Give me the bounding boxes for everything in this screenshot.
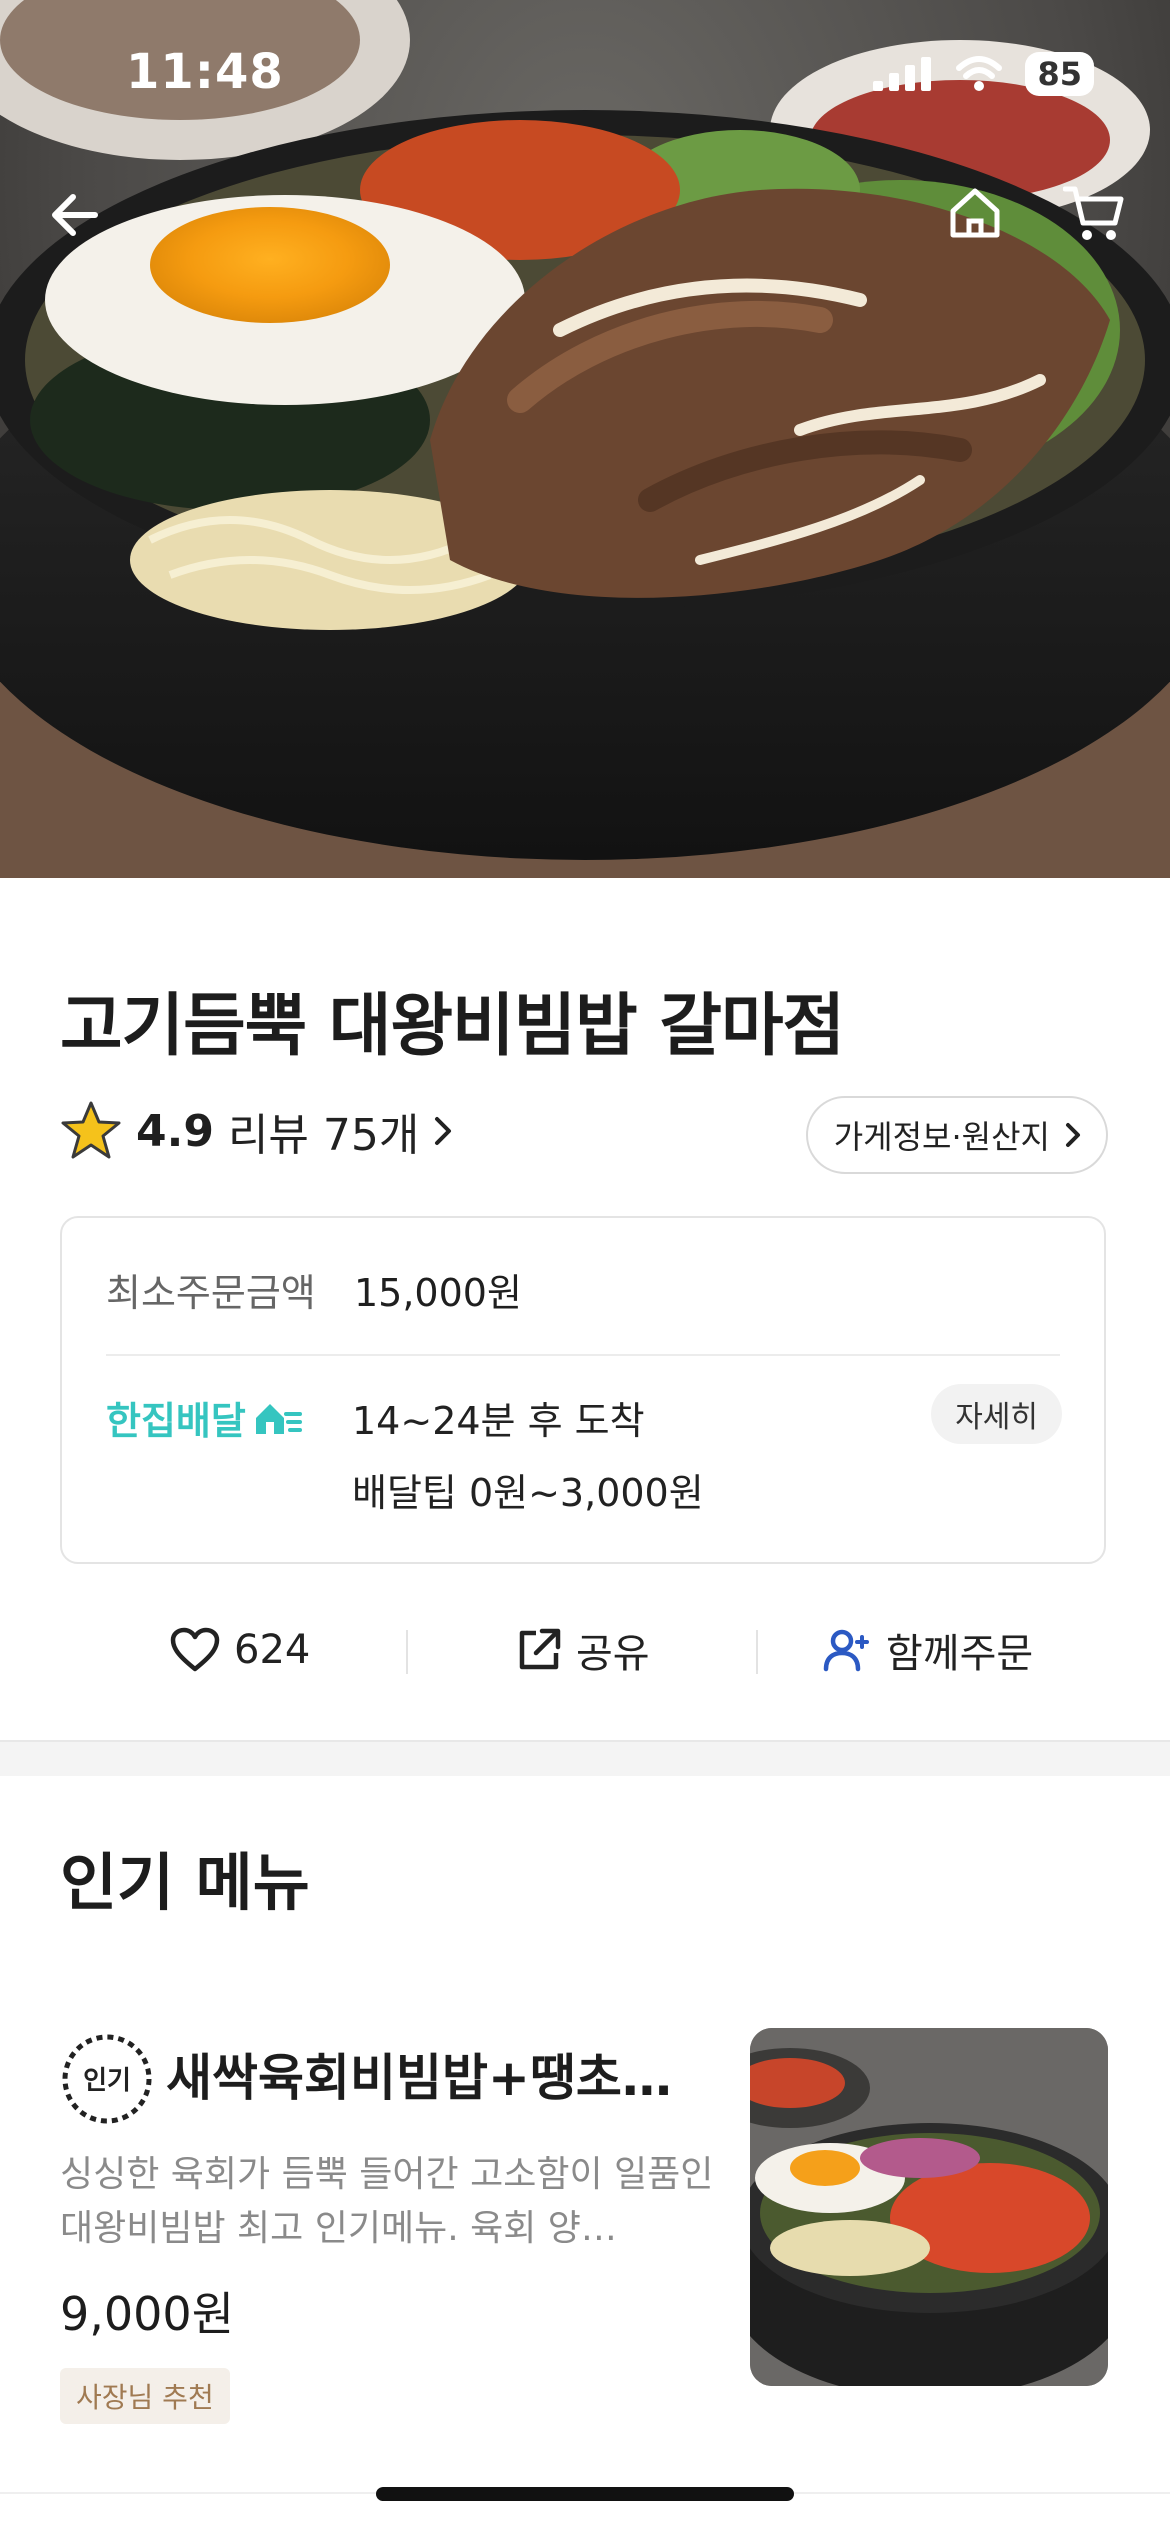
cart-button[interactable] [1050,168,1140,258]
group-order-button[interactable]: 함께주문 [822,1600,1033,1700]
home-icon [950,188,1000,238]
status-time: 11:48 [126,44,284,100]
store-name: 고기듬뿍 대왕비빔밥 갈마점 [60,987,845,1066]
min-order-value: 15,000원 [354,1271,522,1315]
menu-item-price: 9,000원 [60,2287,235,2341]
popular-menu-title: 인기 메뉴 [60,1846,310,1919]
chevron-right-icon [435,1117,452,1145]
status-bar: 11:48 85 [0,0,1170,150]
hero-food-image: 11:48 85 [0,0,1170,878]
delivery-brand: 한집배달 [106,1390,302,1445]
popular-badge: 인기 [60,2032,154,2126]
owner-recommend-tag: 사장님 추천 [60,2368,230,2424]
menu-item-name: 새싹육회비빔밥+땡초… [166,2049,672,2107]
delivery-house-icon [255,1403,302,1434]
wifi-icon [956,56,1003,91]
delivery-eta: 14~24분 후 도착 [352,1399,645,1443]
battery-indicator: 85 [1025,52,1094,96]
like-count: 624 [234,1627,311,1673]
star-icon [61,1101,121,1159]
menu-item-image [750,2028,1108,2386]
share-button[interactable]: 공유 [516,1600,650,1700]
popular-badge-text: 인기 [83,2066,131,2096]
store-info-label: 가게정보·원산지 [833,1118,1050,1156]
person-add-icon [823,1629,869,1672]
menu-food-illustration [750,2028,1108,2386]
min-order-label: 최소주문금액 [106,1271,316,1315]
action-divider [406,1630,408,1674]
cart-icon [1063,186,1124,240]
group-order-label: 함께주문 [886,1631,1034,1677]
card-divider [106,1354,1060,1356]
delivery-tip: 배달팁 0원~3,000원 [352,1471,704,1515]
delivery-detail-button[interactable]: 자세히 [931,1384,1062,1444]
share-label: 공유 [576,1631,650,1677]
menu-item[interactable]: 인기 새싹육회비빔밥+땡초… 싱싱한 육회가 듬뿍 들어간 고소함이 일품인 대… [60,2028,1108,2424]
arrow-left-icon [52,194,98,236]
section-separator [0,1740,1170,1776]
menu-item-description: 싱싱한 육회가 듬뿍 들어간 고소함이 일품인 대왕비빔밥 최고 인기메뉴. 육… [60,2154,714,2249]
review-count: 리뷰 75개 [227,1110,420,1161]
delivery-brand-label: 한집배달 [106,1399,246,1443]
rating-score: 4.9 [136,1105,214,1157]
popular-badge-icon: 인기 [62,2034,152,2124]
like-button[interactable]: 624 [170,1600,310,1700]
action-divider [756,1630,758,1674]
chevron-right-icon [1066,1123,1080,1147]
rating-review-link[interactable]: 4.9 리뷰 75개 [60,1096,457,1166]
share-icon [519,1628,561,1670]
heart-icon [170,1627,220,1672]
store-info-button[interactable]: 가게정보·원산지 [805,1096,1108,1174]
signal-icon [873,57,932,91]
store-detail-sheet: 고기듬뿍 대왕비빔밥 갈마점 4.9 리뷰 75개 가게정보·원산지 최소주문금… [0,878,1170,2532]
home-button[interactable] [930,168,1020,258]
store-actions: 624 공유 함께주문 [0,1600,1170,1700]
home-indicator[interactable] [376,2487,794,2501]
order-info-card: 최소주문금액 15,000원 한집배달 14~24분 후 도착 배달팁 0원~3… [60,1216,1106,1564]
back-button[interactable] [30,170,120,260]
